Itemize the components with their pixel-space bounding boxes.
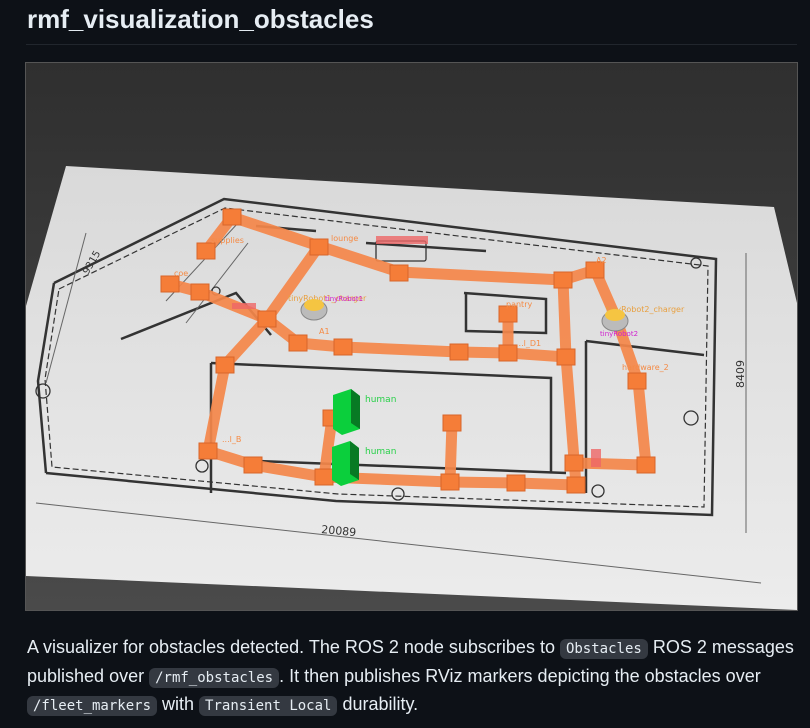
description-text-5: durability. — [337, 694, 419, 714]
robot-label-1: tinyRobot1 — [325, 295, 363, 303]
obstacle-label-2: human — [365, 447, 396, 457]
waypoint-label-a2: A2 — [596, 256, 607, 265]
waypoint-label-lounge: lounge — [331, 234, 358, 243]
description-text-3: . It then publishes RViz markers depicti… — [279, 665, 761, 686]
description-paragraph: A visualizer for obstacles detected. The… — [27, 634, 797, 720]
title-divider — [26, 44, 797, 45]
waypoint-label-coe: coe — [174, 269, 188, 278]
waypoint-label-b: ...l_B — [222, 435, 241, 444]
rviz-screenshot: 20089 8409 9315 supplies coe A1 pantry .… — [25, 62, 798, 611]
waypoint-label-hardware: hardware_2 — [622, 363, 669, 372]
code-rmf-obstacles: /rmf_obstacles — [149, 667, 280, 688]
code-obstacles: Obstacles — [559, 639, 648, 659]
description-text-4: with — [157, 694, 200, 714]
obstacle-label-1: human — [365, 395, 396, 405]
waypoint-label-supplies: supplies — [211, 236, 244, 245]
floor-plane — [26, 166, 797, 610]
waypoint-label-pantry: pantry — [506, 300, 532, 309]
code-fleet-markers: /fleet_markers — [27, 696, 158, 716]
dim-vertical: 8409 — [734, 360, 747, 388]
waypoint-label-a1: A1 — [319, 327, 330, 336]
page-title: rmf_visualization_obstacles — [27, 4, 374, 34]
robot-label-2: tinyRobot2 — [600, 330, 638, 338]
waypoint-label-d1: ...l_D1 — [516, 339, 541, 348]
code-transient-local: Transient Local — [199, 696, 338, 716]
description-text-1: A visualizer for obstacles detected. The… — [27, 637, 560, 657]
